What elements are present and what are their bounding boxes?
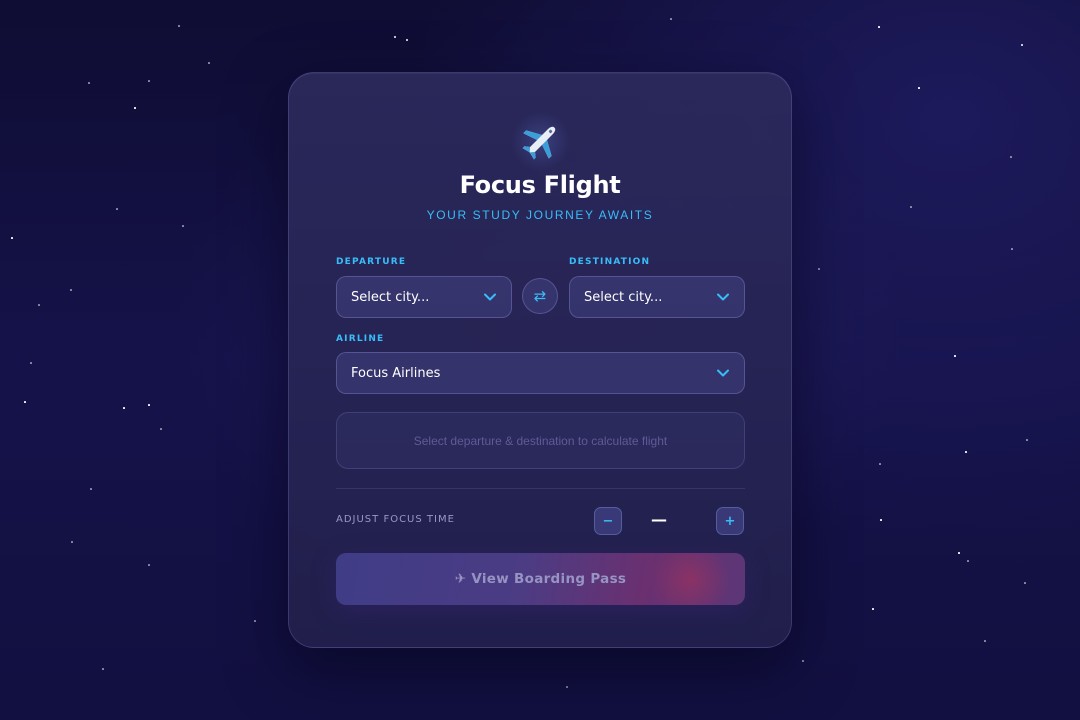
increase-focus-time-button[interactable]: + (716, 507, 744, 535)
view-boarding-pass-button[interactable]: ✈ View Boarding Pass (336, 553, 745, 605)
focus-flight-card: Focus Flight YOUR STUDY JOURNEY AWAITS D… (288, 72, 792, 648)
focus-time-label: ADJUST FOCUS TIME (336, 514, 455, 525)
chevron-down-icon (716, 366, 730, 380)
swap-cities-button[interactable]: ⇄ (522, 278, 558, 314)
airplane-icon (511, 111, 571, 171)
minus-icon: − (602, 513, 614, 529)
page-title: Focus Flight (459, 171, 621, 199)
destination-select-value: Select city... (584, 289, 663, 305)
page-subtitle: YOUR STUDY JOURNEY AWAITS (426, 208, 654, 222)
airline-select-value: Focus Airlines (351, 365, 441, 381)
departure-select-value: Select city... (351, 289, 430, 305)
destination-label: DESTINATION (569, 257, 651, 267)
flight-info-panel: Select departure & destination to calcul… (336, 412, 745, 469)
focus-time-value: — (651, 510, 667, 529)
destination-select[interactable]: Select city... (569, 276, 745, 318)
decrease-focus-time-button[interactable]: − (594, 507, 622, 535)
view-boarding-pass-label: ✈ View Boarding Pass (454, 571, 627, 587)
divider (336, 488, 745, 489)
button-glow (645, 553, 735, 605)
departure-label: DEPARTURE (336, 257, 407, 267)
airline-label: AIRLINE (336, 334, 385, 344)
chevron-down-icon (716, 290, 730, 304)
plus-icon: + (724, 513, 736, 529)
swap-arrows-icon: ⇄ (533, 287, 547, 305)
flight-info-message: Select departure & destination to calcul… (413, 433, 668, 448)
chevron-down-icon (483, 290, 497, 304)
airline-select[interactable]: Focus Airlines (336, 352, 745, 394)
departure-select[interactable]: Select city... (336, 276, 512, 318)
